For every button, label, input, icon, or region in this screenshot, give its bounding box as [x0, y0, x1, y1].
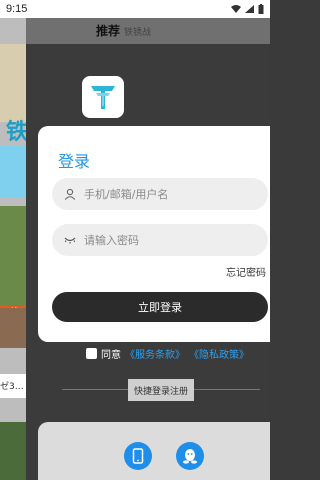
- agreement-row: 同意 《服务条款》 《隐私政策》: [86, 346, 249, 361]
- tab-rusted-warfare[interactable]: 铁锈战: [124, 25, 151, 38]
- background-app: 铁 二战 ゼ3…: [0, 18, 26, 480]
- phone-icon: [132, 448, 144, 464]
- qq-icon: [183, 449, 197, 464]
- quick-login-label: 快捷登录注册: [128, 379, 195, 401]
- background-thumbnail: 铁: [0, 44, 26, 145]
- phone-login-button[interactable]: [124, 442, 152, 470]
- tab-recommended[interactable]: 推荐: [96, 22, 120, 39]
- login-button[interactable]: 立即登录: [52, 292, 268, 322]
- login-card: 登录 手机/邮箱/用户名 请输入密码 忘记密码 立即登录: [38, 126, 270, 342]
- user-icon: [64, 188, 76, 200]
- password-placeholder: 请输入密码: [84, 234, 139, 247]
- eye-closed-icon: [64, 237, 76, 244]
- status-bar: 9:15: [0, 0, 270, 18]
- terms-link[interactable]: 《服务条款》: [125, 346, 185, 361]
- login-title: 登录: [58, 152, 91, 171]
- battery-icon: [258, 4, 264, 14]
- app-logo-icon: [91, 86, 115, 109]
- agreement-checkbox[interactable]: [86, 348, 97, 359]
- background-thumbnail: [0, 146, 26, 198]
- background-thumbnail: [0, 308, 26, 348]
- username-placeholder: 手机/邮箱/用户名: [84, 188, 169, 201]
- username-field[interactable]: 手机/邮箱/用户名: [52, 178, 268, 210]
- status-icons: [231, 4, 264, 14]
- forgot-password-link[interactable]: 忘记密码: [226, 264, 266, 279]
- qq-login-button[interactable]: [176, 442, 204, 470]
- background-tabs: 推荐 铁锈战: [96, 22, 151, 39]
- privacy-link[interactable]: 《隐私政策》: [189, 346, 249, 361]
- signal-icon: [245, 5, 254, 13]
- social-login-panel: [38, 422, 270, 480]
- background-snippet: ゼ3…: [0, 374, 26, 398]
- status-time: 9:15: [6, 3, 28, 15]
- agreement-prefix: 同意: [101, 350, 121, 361]
- background-thumbnail: [0, 206, 26, 306]
- wifi-icon: [231, 5, 241, 13]
- app-logo: [82, 76, 124, 118]
- password-field[interactable]: 请输入密码: [52, 224, 268, 256]
- background-thumbnail: [0, 422, 26, 480]
